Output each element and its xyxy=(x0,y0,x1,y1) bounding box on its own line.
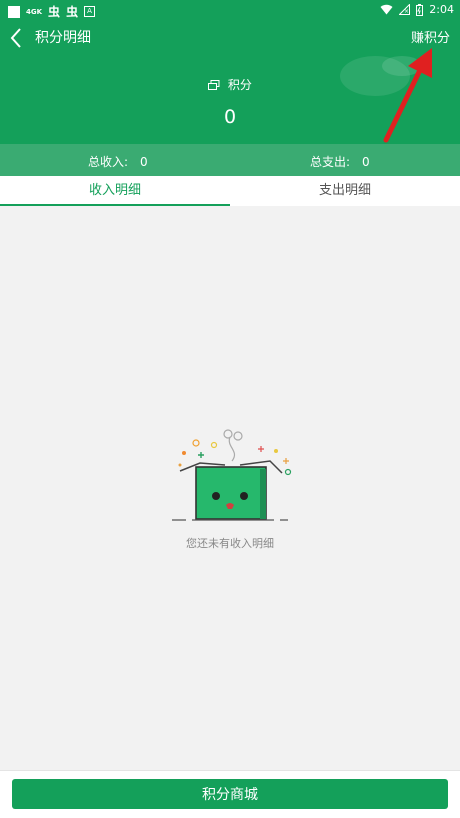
coins-icon xyxy=(208,80,220,90)
network-label: 4GK xyxy=(26,7,43,16)
status-time: 2:04 xyxy=(429,3,454,16)
points-label-text: 积分 xyxy=(227,78,252,92)
battery-icon xyxy=(416,3,424,16)
tab-expense[interactable]: 支出明细 xyxy=(230,176,460,206)
bottom-bar: 积分商城 xyxy=(0,770,460,818)
detail-tabs: 收入明细 支出明细 xyxy=(0,176,460,206)
wifi-icon xyxy=(380,4,393,15)
income-value: 0 xyxy=(140,155,148,169)
empty-state-message: 您还未有收入明细 xyxy=(186,537,274,550)
app-notification-icon: 虫 xyxy=(48,5,61,19)
expense-label: 总支出: xyxy=(310,155,351,169)
signal-icon: × xyxy=(399,4,411,15)
empty-box-illustration xyxy=(172,429,292,521)
annotation-arrow-icon xyxy=(383,48,432,143)
summary-bar: 总收入: 0 总支出: 0 xyxy=(0,144,460,176)
income-summary: 总收入: 0 xyxy=(88,153,148,170)
back-arrow-icon[interactable] xyxy=(8,26,28,50)
tab-income[interactable]: 收入明细 xyxy=(0,176,230,206)
expense-value: 0 xyxy=(362,155,370,169)
expense-summary: 总支出: 0 xyxy=(310,153,370,170)
page-title: 积分明细 xyxy=(35,30,91,46)
points-mall-button[interactable]: 积分商城 xyxy=(12,779,448,809)
notification-square-icon xyxy=(8,5,20,18)
svg-text:×: × xyxy=(404,8,409,15)
points-header: 积分明细 赚积分 积分 0 xyxy=(0,20,460,144)
status-bar: 4GK 虫 虫 A × 2:04 xyxy=(0,0,460,20)
earn-points-link[interactable]: 赚积分 xyxy=(411,27,450,46)
app-notification-icon-2: 虫 xyxy=(66,5,79,19)
income-label: 总收入: xyxy=(88,155,129,169)
badge-icon: A xyxy=(84,6,96,17)
